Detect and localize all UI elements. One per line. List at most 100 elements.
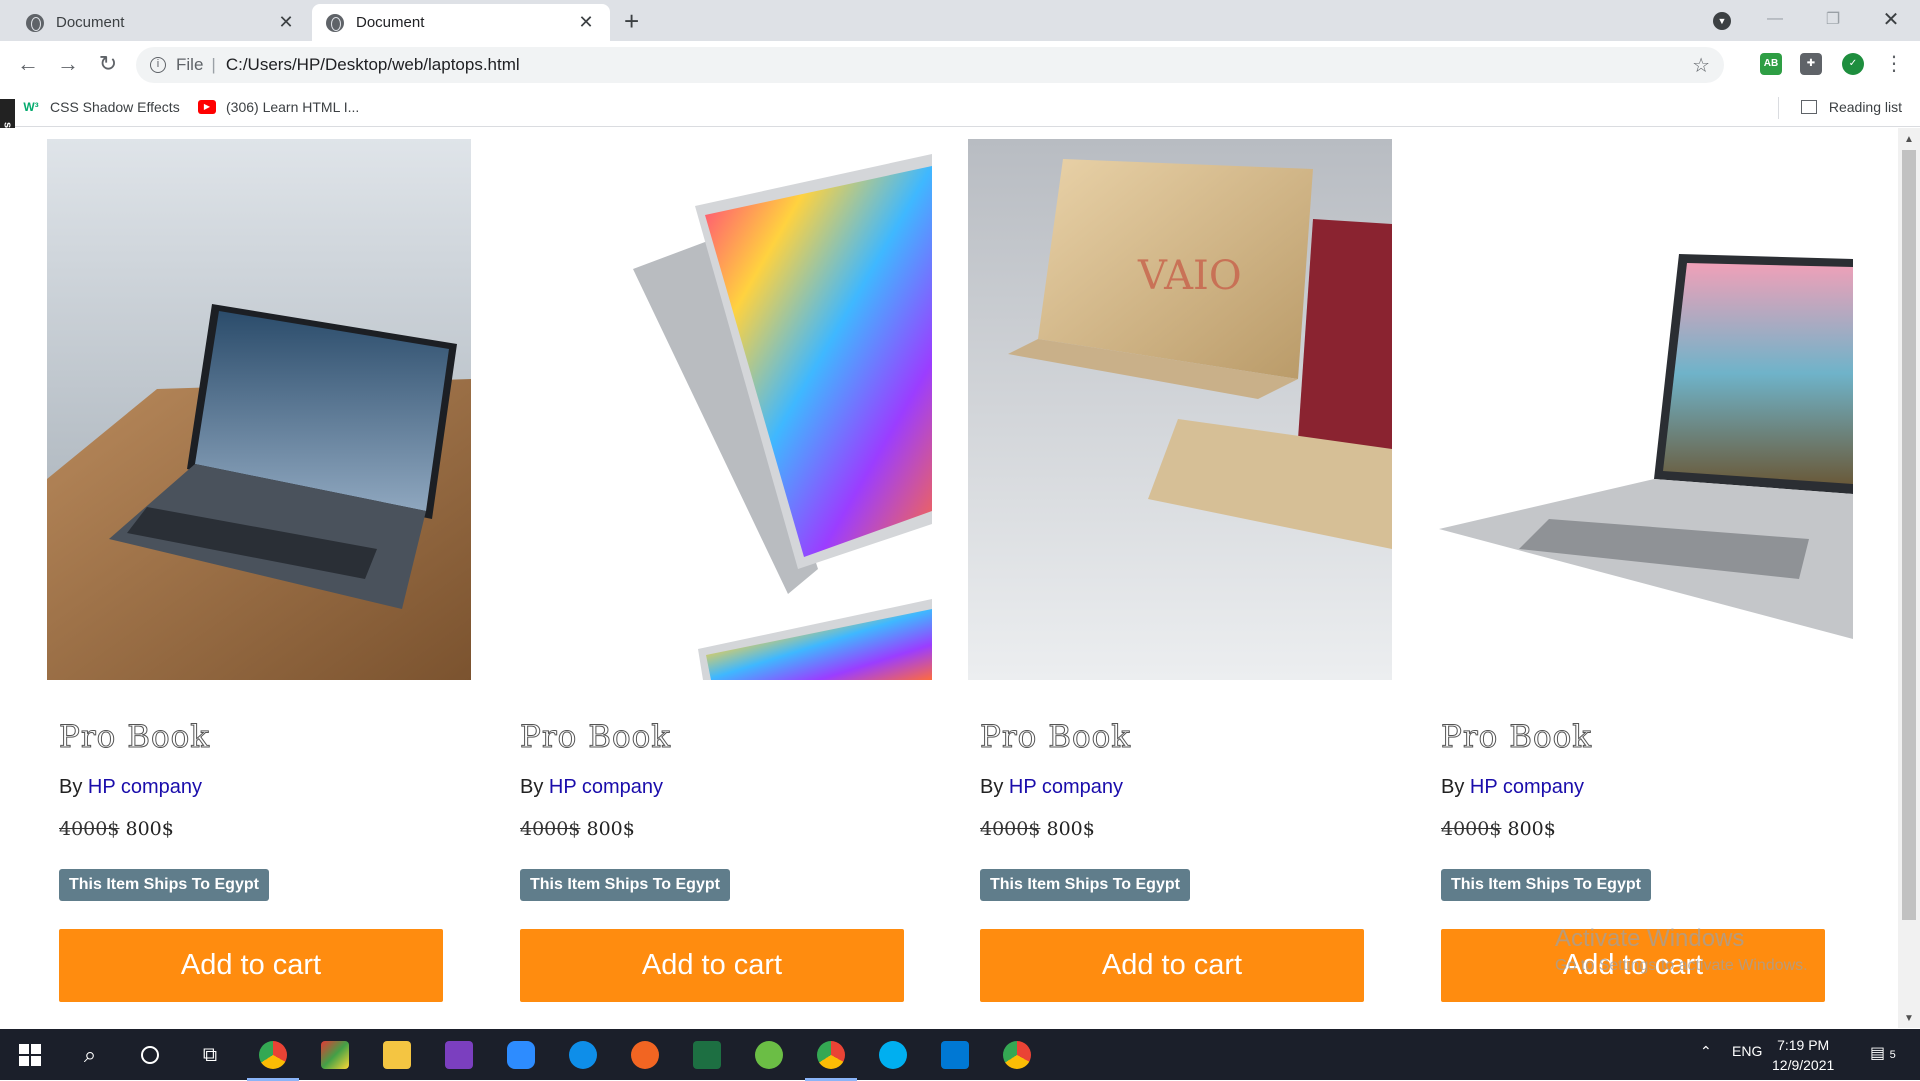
window-controls: — ❐ ✕: [1746, 0, 1920, 38]
extensions-puzzle-icon[interactable]: ✚: [1800, 53, 1822, 75]
task-view-icon[interactable]: ⧉: [192, 1037, 228, 1073]
by-label: By: [980, 776, 1004, 798]
product-by: By HP company: [1441, 776, 1584, 799]
reading-list-button[interactable]: Reading list: [1800, 99, 1902, 115]
zoom-icon[interactable]: [503, 1037, 539, 1073]
reading-list-icon: [1800, 100, 1817, 114]
product-image-vaio: VAIO: [968, 139, 1392, 680]
clock[interactable]: 7:19 PM 12/9/2021: [1772, 1035, 1834, 1075]
tab-document-1[interactable]: Document ✕: [12, 4, 310, 41]
tray-chevron-icon[interactable]: ⌃: [1700, 1043, 1712, 1060]
close-tab-icon[interactable]: ✕: [276, 12, 296, 33]
new-price: 800$: [125, 818, 174, 840]
bookmark-label: CSS Shadow Effects: [50, 99, 180, 115]
old-price: 4000$: [520, 818, 581, 840]
product-price: 4000$ 800$: [980, 818, 1095, 840]
tab-search-icon[interactable]: ▼: [1713, 12, 1731, 30]
minimize-icon[interactable]: —: [1746, 0, 1804, 38]
teamviewer-icon[interactable]: [565, 1037, 601, 1073]
skype-icon[interactable]: [875, 1037, 911, 1073]
product-name: Pro Book: [519, 719, 672, 756]
cortana-icon[interactable]: [132, 1037, 168, 1073]
language-indicator[interactable]: ENG: [1732, 1043, 1762, 1059]
shield-extension-icon[interactable]: ✓: [1842, 53, 1864, 75]
add-to-cart-button[interactable]: Add to cart: [59, 929, 443, 1002]
search-icon[interactable]: ⌕: [72, 1037, 108, 1073]
watermark-title: Activate Windows: [1555, 925, 1745, 952]
by-label: By: [1441, 776, 1465, 798]
ships-badge: This Item Ships To Egypt: [980, 869, 1190, 901]
visual-studio-icon[interactable]: [441, 1037, 477, 1073]
tab-document-2[interactable]: Document ✕: [312, 4, 610, 41]
app-multicolor-icon[interactable]: [317, 1037, 353, 1073]
browser-toolbar: ← → ↻ i File | C:/Users/HP/Desktop/web/l…: [0, 41, 1920, 89]
new-price: 800$: [1046, 818, 1095, 840]
address-bar[interactable]: i File | C:/Users/HP/Desktop/web/laptops…: [136, 47, 1724, 83]
old-price: 4000$: [59, 818, 120, 840]
adblock-extension-icon[interactable]: AB: [1760, 53, 1782, 75]
bookmarks-divider: [1778, 97, 1779, 119]
company-link[interactable]: HP company: [549, 776, 663, 798]
file-explorer-icon[interactable]: [379, 1037, 415, 1073]
new-price: 800$: [586, 818, 635, 840]
notifications-icon[interactable]: ▤ 5: [1870, 1043, 1896, 1063]
chrome-taskbar-icon[interactable]: [247, 1037, 299, 1081]
bookmark-learn-html[interactable]: ▶ (306) Learn HTML I...: [198, 99, 359, 115]
globe-icon: [326, 13, 344, 32]
url-path[interactable]: C:/Users/HP/Desktop/web/laptops.html: [226, 55, 520, 75]
menu-kebab-icon[interactable]: ⋮: [1880, 51, 1908, 76]
scrollbar-thumb[interactable]: [1902, 150, 1916, 920]
notification-count: 5: [1889, 1049, 1896, 1061]
excel-icon[interactable]: [689, 1037, 725, 1073]
bookmark-label: (306) Learn HTML I...: [226, 99, 360, 115]
product-name: Pro Book: [979, 719, 1132, 756]
page-scrollbar[interactable]: ▲ ▼: [1898, 128, 1920, 1028]
tab-title: Document: [356, 14, 425, 31]
scroll-down-icon[interactable]: ▼: [1904, 1013, 1914, 1024]
chrome-active-icon[interactable]: [805, 1037, 857, 1081]
chrome-profile-icon[interactable]: [999, 1037, 1035, 1073]
vscode-icon[interactable]: [937, 1037, 973, 1073]
ships-badge: This Item Ships To Egypt: [1441, 869, 1651, 901]
add-to-cart-button[interactable]: Add to cart: [980, 929, 1364, 1002]
product-price: 4000$ 800$: [59, 818, 174, 840]
product-image-convertible: [508, 139, 932, 680]
old-price: 4000$: [1441, 818, 1502, 840]
windows-start-icon[interactable]: [12, 1037, 48, 1073]
close-window-icon[interactable]: ✕: [1862, 0, 1920, 38]
company-link[interactable]: HP company: [1470, 776, 1584, 798]
product-by: By HP company: [520, 776, 663, 799]
clock-time: 7:19 PM: [1777, 1037, 1830, 1053]
bookmark-css-shadow[interactable]: W³ CSS Shadow Effects: [22, 99, 180, 115]
tab-title: Document: [56, 14, 125, 31]
reading-list-label: Reading list: [1828, 99, 1902, 115]
compass-app-icon[interactable]: [627, 1037, 663, 1073]
w3schools-icon: W³: [23, 100, 39, 114]
new-tab-button[interactable]: +: [624, 6, 639, 37]
url-separator: |: [211, 55, 216, 74]
utorrent-icon[interactable]: [751, 1037, 787, 1073]
old-price: 4000$: [980, 818, 1041, 840]
activate-windows-watermark: Activate Windows Go to Settings to activ…: [1555, 925, 1808, 975]
tab-strip: Document ✕ Document ✕ + ▼ — ❐ ✕: [0, 0, 1920, 41]
product-name: Pro Book: [58, 719, 211, 756]
forward-icon[interactable]: →: [54, 51, 82, 77]
company-link[interactable]: HP company: [1009, 776, 1123, 798]
close-tab-icon[interactable]: ✕: [576, 12, 596, 33]
product-name: Pro Book: [1440, 719, 1593, 756]
bookmark-star-icon[interactable]: ☆: [1692, 53, 1710, 78]
ships-badge: This Item Ships To Egypt: [520, 869, 730, 901]
clock-date: 12/9/2021: [1772, 1057, 1835, 1073]
product-image-lenovo: [1429, 139, 1853, 680]
scroll-up-icon[interactable]: ▲: [1904, 134, 1914, 145]
by-label: By: [59, 776, 83, 798]
add-to-cart-button[interactable]: Add to cart: [520, 929, 904, 1002]
maximize-icon[interactable]: ❐: [1804, 0, 1862, 38]
company-link[interactable]: HP company: [88, 776, 202, 798]
product-price: 4000$ 800$: [1441, 818, 1556, 840]
reload-icon[interactable]: ↻: [94, 51, 122, 77]
product-by: By HP company: [59, 776, 202, 799]
windows-taskbar: ⌕ ⧉ ⌃ ENG 7:19 PM 12/9/2021 ▤ 5: [0, 1029, 1920, 1081]
back-icon[interactable]: ←: [14, 51, 42, 77]
info-icon[interactable]: i: [150, 57, 166, 73]
